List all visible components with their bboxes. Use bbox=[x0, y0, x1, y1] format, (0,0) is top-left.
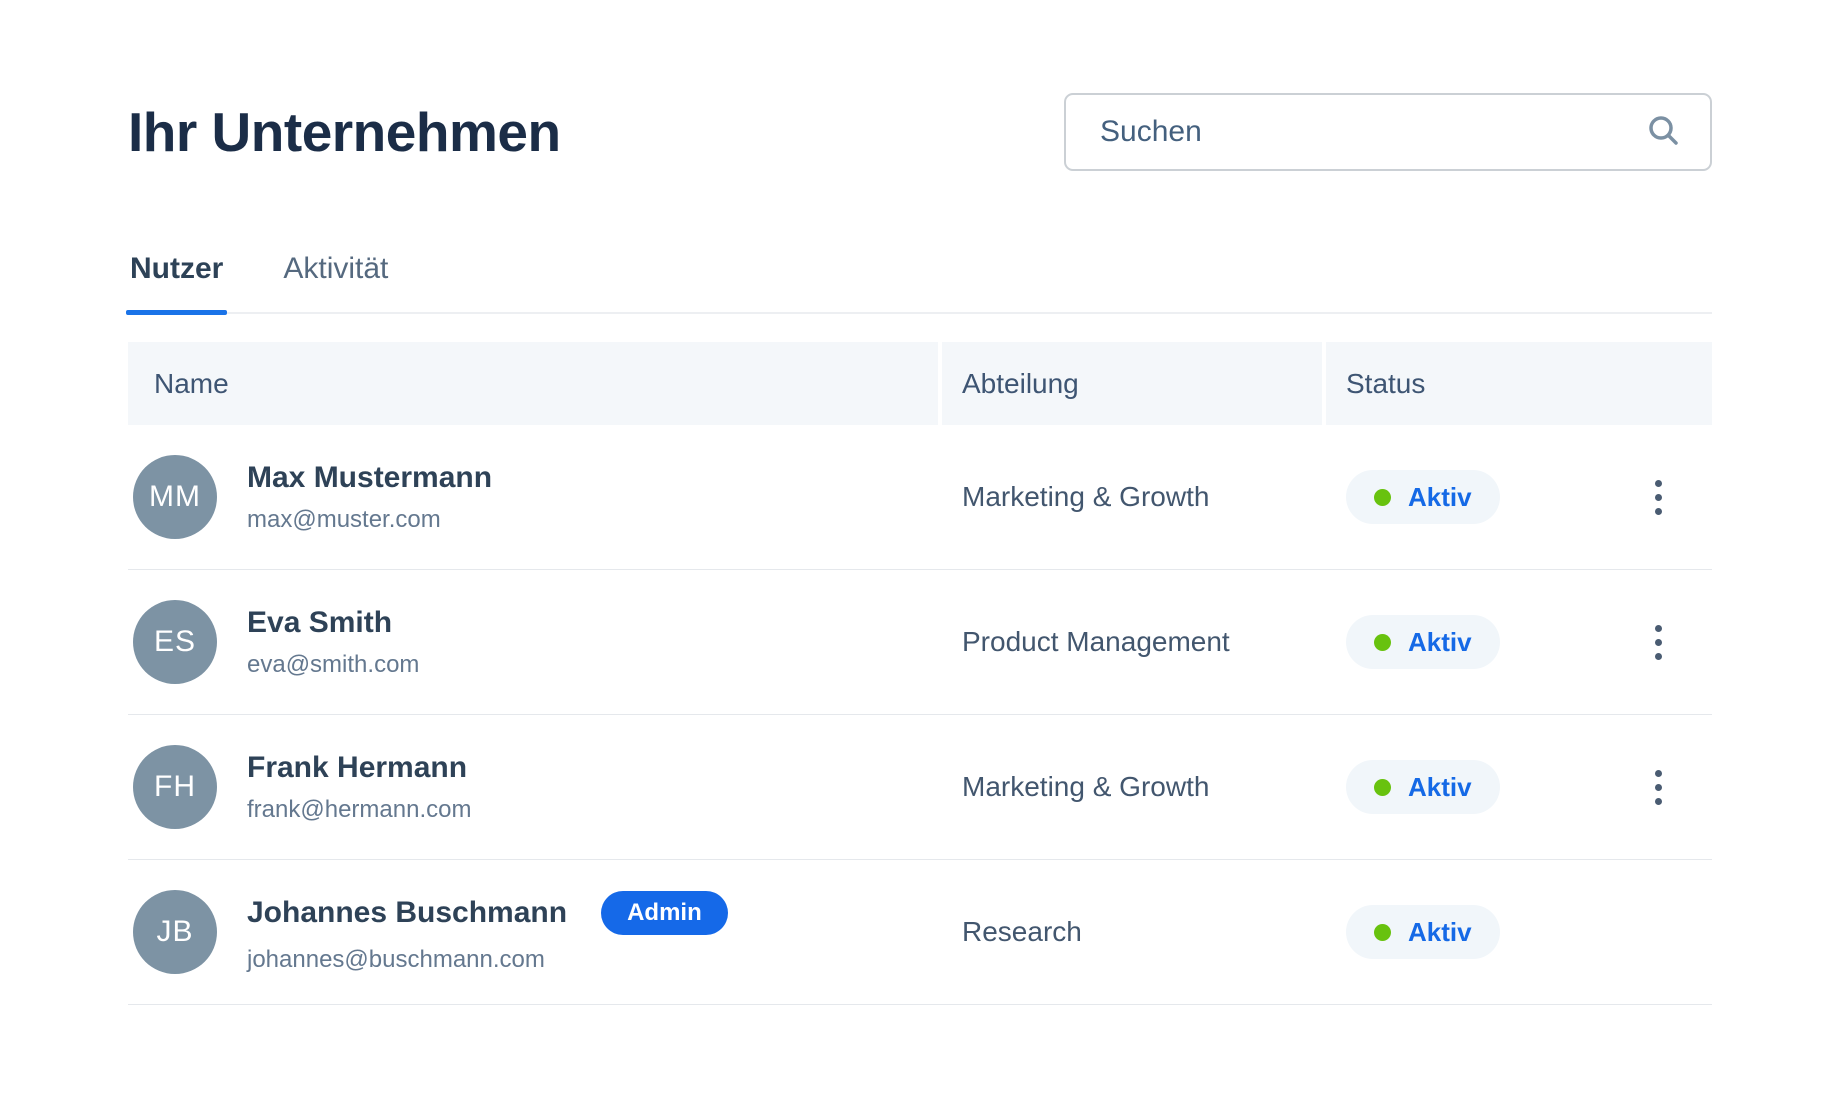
department-cell: Product Management bbox=[942, 626, 1322, 658]
header: Ihr Unternehmen bbox=[128, 92, 1712, 172]
search-icon[interactable] bbox=[1644, 112, 1684, 152]
more-vertical-icon[interactable] bbox=[1649, 474, 1668, 521]
column-header-abteilung: Abteilung bbox=[942, 342, 1322, 425]
status-cell: Aktiv bbox=[1326, 905, 1712, 959]
search-input[interactable] bbox=[1100, 115, 1644, 149]
status-label: Aktiv bbox=[1408, 484, 1472, 510]
user-name: Max Mustermann bbox=[247, 461, 492, 495]
tab-nutzer[interactable]: Nutzer bbox=[128, 252, 225, 312]
name-block: Frank Hermann frank@hermann.com bbox=[247, 751, 471, 824]
avatar: FH bbox=[133, 745, 217, 829]
table-header: Name Abteilung Status bbox=[128, 342, 1712, 425]
status-dot-icon bbox=[1374, 634, 1391, 651]
page-title: Ihr Unternehmen bbox=[128, 100, 561, 164]
status-label: Aktiv bbox=[1408, 629, 1472, 655]
name-block: Eva Smith eva@smith.com bbox=[247, 606, 419, 679]
admin-badge: Admin bbox=[601, 891, 728, 935]
status-cell: Aktiv bbox=[1326, 760, 1712, 814]
user-table-body: MM Max Mustermann max@muster.com Marketi… bbox=[128, 425, 1712, 1005]
status-label: Aktiv bbox=[1408, 774, 1472, 800]
name-block: Johannes Buschmann Admin johannes@buschm… bbox=[247, 891, 728, 974]
status-cell: Aktiv bbox=[1326, 470, 1712, 524]
name-cell: MM Max Mustermann max@muster.com bbox=[128, 455, 938, 539]
name-cell: FH Frank Hermann frank@hermann.com bbox=[128, 745, 938, 829]
table-row: FH Frank Hermann frank@hermann.com Marke… bbox=[128, 715, 1712, 860]
avatar: MM bbox=[133, 455, 217, 539]
status-dot-icon bbox=[1374, 489, 1391, 506]
user-name: Johannes Buschmann bbox=[247, 896, 567, 930]
status-dot-icon bbox=[1374, 924, 1391, 941]
status-badge: Aktiv bbox=[1346, 470, 1500, 524]
column-header-name: Name bbox=[128, 342, 938, 425]
name-cell: ES Eva Smith eva@smith.com bbox=[128, 600, 938, 684]
status-cell: Aktiv bbox=[1326, 615, 1712, 669]
avatar: JB bbox=[133, 890, 217, 974]
search-box[interactable] bbox=[1064, 93, 1712, 171]
status-badge: Aktiv bbox=[1346, 615, 1500, 669]
tab-aktivitaet[interactable]: Aktivität bbox=[281, 252, 390, 312]
user-email: johannes@buschmann.com bbox=[247, 946, 728, 974]
page: Ihr Unternehmen Nutzer Aktivität Name Ab… bbox=[0, 92, 1826, 1005]
department-cell: Marketing & Growth bbox=[942, 771, 1322, 803]
status-dot-icon bbox=[1374, 779, 1391, 796]
avatar: ES bbox=[133, 600, 217, 684]
name-cell: JB Johannes Buschmann Admin johannes@bus… bbox=[128, 890, 938, 974]
table-row: MM Max Mustermann max@muster.com Marketi… bbox=[128, 425, 1712, 570]
tab-bar: Nutzer Aktivität bbox=[128, 252, 1712, 314]
more-vertical-icon[interactable] bbox=[1649, 764, 1668, 811]
status-label: Aktiv bbox=[1408, 919, 1472, 945]
name-block: Max Mustermann max@muster.com bbox=[247, 461, 492, 534]
user-name: Frank Hermann bbox=[247, 751, 467, 785]
more-vertical-icon[interactable] bbox=[1649, 619, 1668, 666]
user-email: frank@hermann.com bbox=[247, 796, 471, 824]
table-row: ES Eva Smith eva@smith.com Product Manag… bbox=[128, 570, 1712, 715]
user-email: max@muster.com bbox=[247, 506, 492, 534]
column-header-status: Status bbox=[1326, 342, 1712, 425]
status-badge: Aktiv bbox=[1346, 760, 1500, 814]
table-row: JB Johannes Buschmann Admin johannes@bus… bbox=[128, 860, 1712, 1005]
user-email: eva@smith.com bbox=[247, 651, 419, 679]
user-name: Eva Smith bbox=[247, 606, 392, 640]
status-badge: Aktiv bbox=[1346, 905, 1500, 959]
department-cell: Marketing & Growth bbox=[942, 481, 1322, 513]
department-cell: Research bbox=[942, 916, 1322, 948]
